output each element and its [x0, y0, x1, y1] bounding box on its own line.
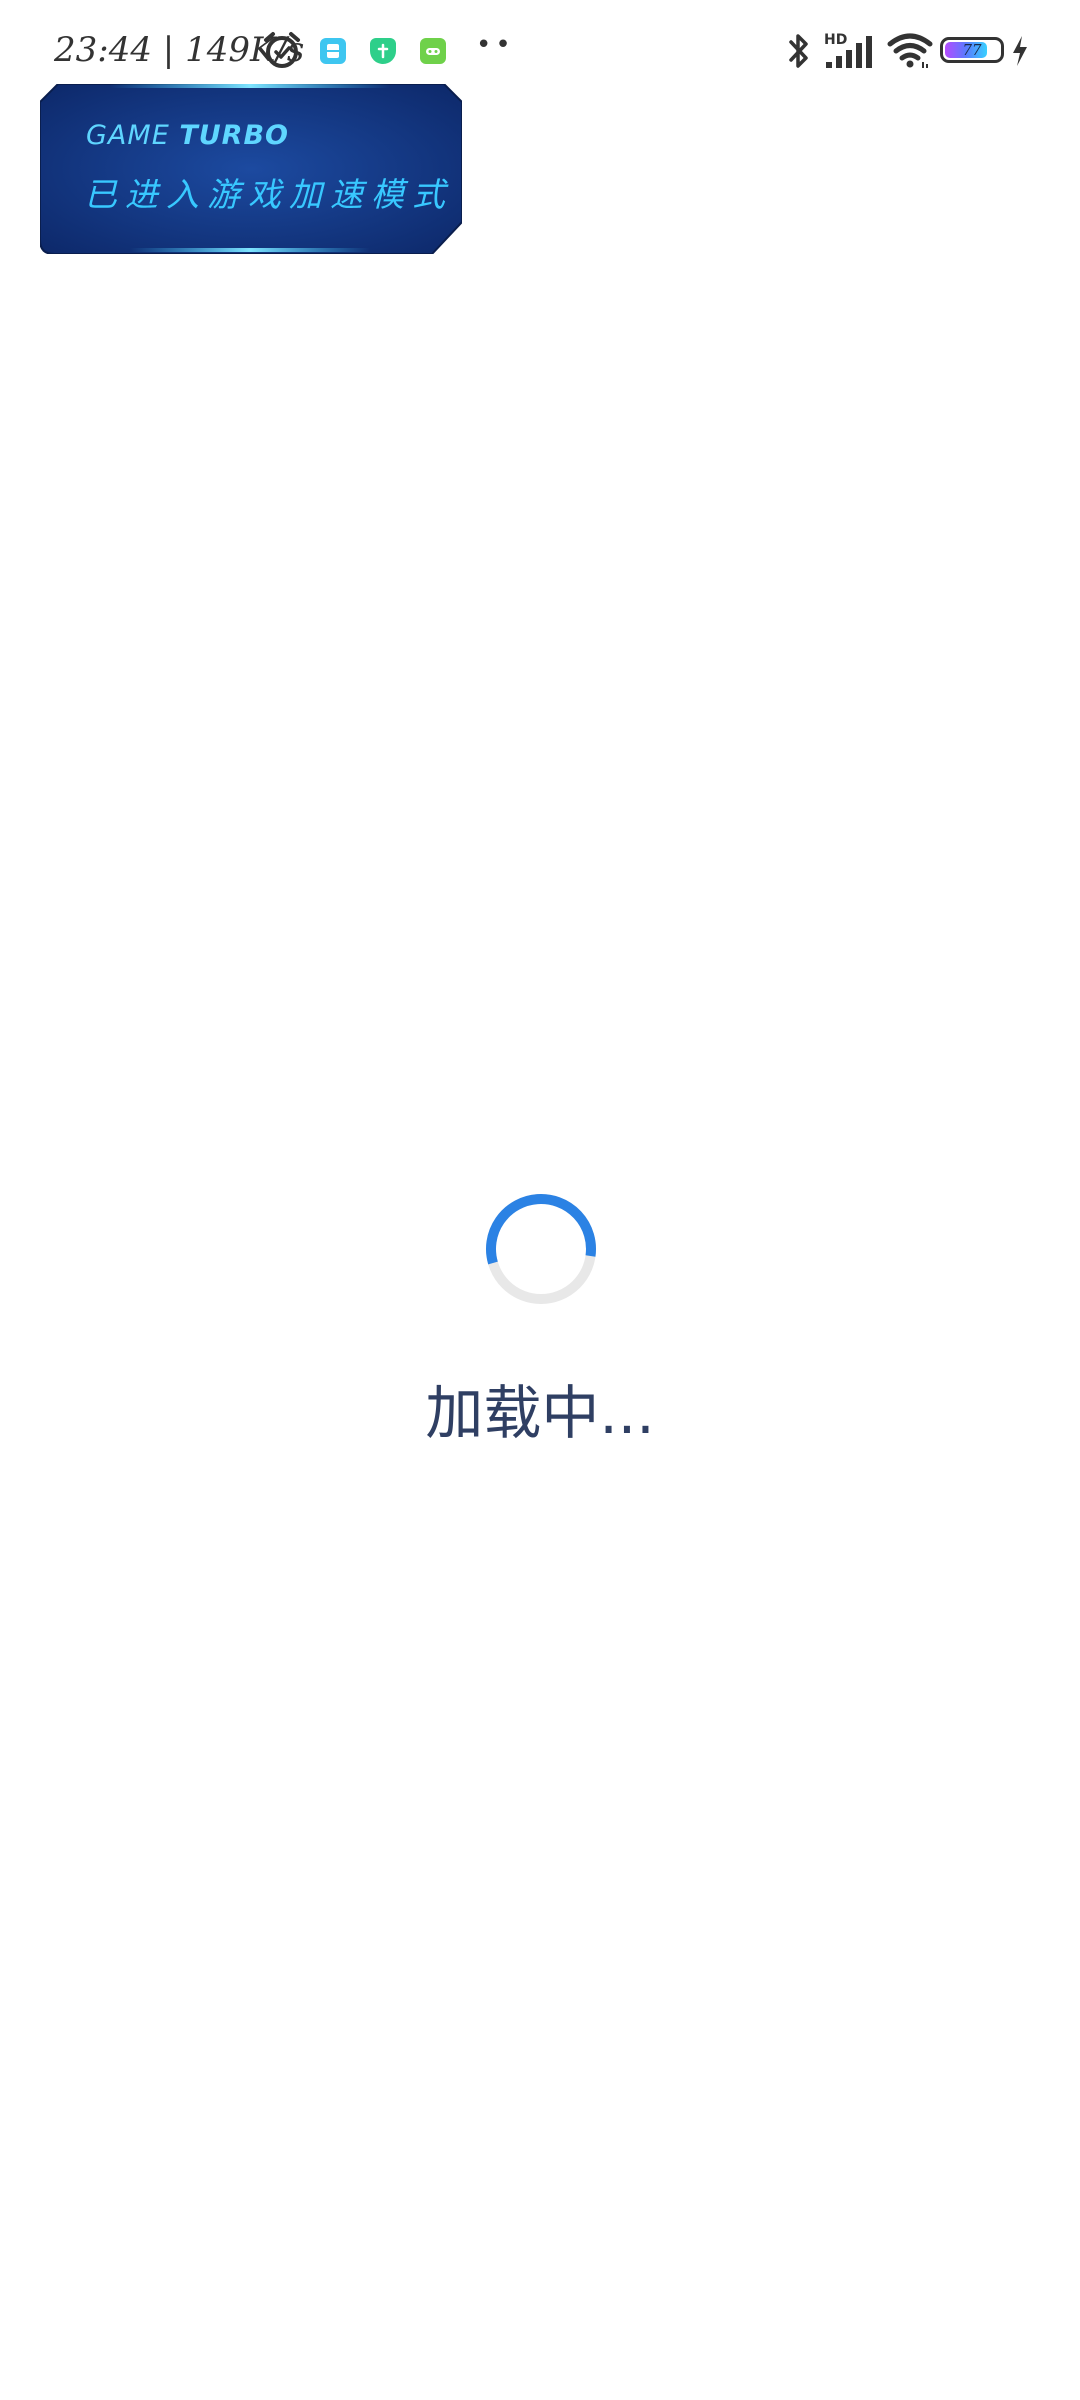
battery-icon: 77: [940, 37, 1004, 63]
app-notification-icon: [320, 38, 346, 64]
gamepad-app-icon: [420, 38, 446, 64]
alarm-icon: [264, 32, 300, 68]
cellular-signal-icon: HD: [824, 32, 872, 68]
loading-text: 加载中...: [425, 1379, 655, 1447]
game-turbo-title: GAME TURBO: [86, 120, 289, 151]
hd-label: HD: [824, 32, 847, 48]
bluetooth-icon: [789, 34, 808, 68]
more-notifications-indicator: ••: [476, 30, 515, 60]
game-turbo-banner: GAME TURBO 已进入游戏加速模式: [40, 84, 462, 254]
shield-app-icon: [370, 38, 396, 64]
game-turbo-subtitle: 已进入游戏加速模式: [84, 175, 453, 214]
loading-spinner: [486, 1193, 596, 1304]
game-turbo-prefix: GAME: [86, 120, 170, 151]
battery-level: 77: [962, 41, 982, 59]
charging-icon: [1013, 36, 1027, 66]
wifi-icon: [887, 33, 933, 68]
status-time: 23:44: [54, 30, 152, 70]
game-turbo-brand: TURBO: [179, 120, 290, 151]
